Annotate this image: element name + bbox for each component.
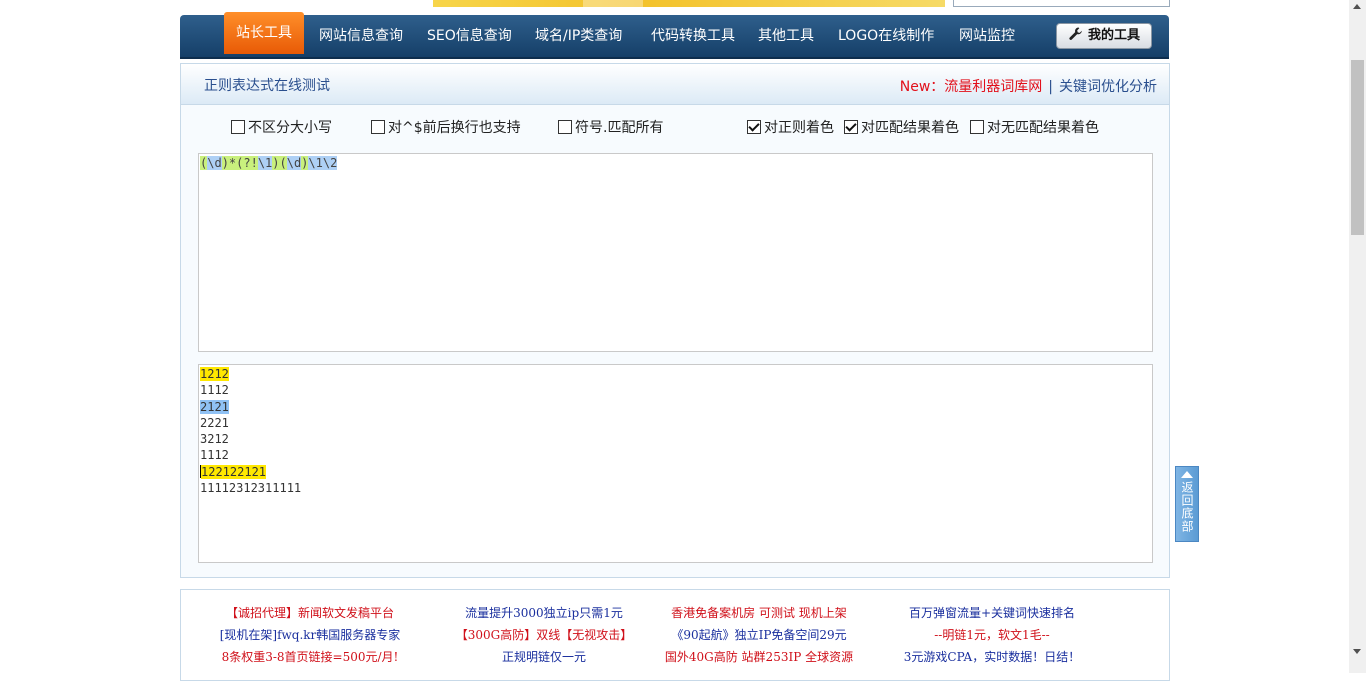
ad-link[interactable]: 香港免备案机房 可测试 现机上架 (644, 604, 874, 621)
ad-link[interactable]: 流量提升3000独立ip只需1元 (429, 604, 659, 621)
arrow-up-icon (1181, 471, 1193, 478)
checkbox[interactable] (371, 120, 385, 134)
checkbox-checked[interactable] (844, 120, 858, 134)
back-to-bottom-label: 返回底部 (1180, 481, 1194, 533)
option-dotall[interactable]: 符号.匹配所有 (558, 117, 663, 137)
my-tools-label: 我的工具 (1087, 28, 1140, 43)
regex-expression: (\d)*(?!\1)(\d)\1\2 (200, 156, 338, 170)
scroll-up-arrow-icon[interactable] (1353, 4, 1361, 9)
option-color-regex[interactable]: 对正则着色 (747, 117, 834, 137)
test-line: 1112 (200, 383, 229, 398)
test-line: 3212 (200, 432, 229, 447)
ad-link[interactable]: [现机在架]fwq.kr韩国服务器专家 (195, 626, 425, 643)
nav-item-logo-maker[interactable]: LOGO在线制作 (838, 15, 934, 57)
wrench-icon (1069, 27, 1082, 40)
option-color-nonmatches[interactable]: 对无匹配结果着色 (970, 117, 1099, 137)
nav-item-webmaster-tools[interactable]: 站长工具 (224, 12, 304, 54)
option-ignore-case[interactable]: 不区分大小写 (231, 117, 332, 137)
ad-link[interactable]: --明链1元，软文1毛-- (877, 626, 1107, 643)
regex-input[interactable]: (\d)*(?!\1)(\d)\1\2 (198, 153, 1153, 352)
header-links: New：流量利器词库网 | 关键词优化分析 (900, 76, 1157, 96)
my-tools-button[interactable]: 我的工具 (1056, 23, 1152, 49)
nav-item-site-info[interactable]: 网站信息查询 (319, 15, 403, 57)
ad-link[interactable]: 正规明链仅一元 (429, 648, 659, 665)
new-label: New： (899, 79, 945, 95)
ad-link[interactable]: 8条权重3-8首页链接=500元/月! (195, 648, 425, 665)
option-multiline[interactable]: 对^$前后换行也支持 (371, 117, 521, 137)
scrollbar-thumb[interactable] (1351, 60, 1364, 235)
top-search-box[interactable] (953, 0, 1170, 7)
test-line: 122122121 (200, 464, 267, 479)
test-line: 1212 (200, 367, 229, 381)
link-separator: | (1048, 79, 1053, 95)
ad-link[interactable]: 《90起航》独立IP免备空间29元 (644, 626, 874, 643)
ad-link[interactable]: 国外40G高防 站群253IP 全球资源 (644, 648, 874, 665)
test-line: 11112312311111 (200, 481, 302, 496)
scroll-down-arrow-icon[interactable] (1353, 649, 1361, 654)
regex-test-panel: 正则表达式在线测试 New：流量利器词库网 | 关键词优化分析 不区分大小写 对^$… (180, 63, 1170, 578)
back-to-bottom-button[interactable]: 返回底部 (1175, 466, 1199, 542)
ad-link[interactable]: 百万弹窗流量+关键词快速排名 (877, 604, 1107, 621)
keyword-optimize-link[interactable]: 关键词优化分析 (1059, 79, 1157, 95)
checkbox[interactable] (231, 120, 245, 134)
checkbox[interactable] (970, 120, 984, 134)
main-nav: 站长工具 网站信息查询 SEO信息查询 域名/IP类查询 代码转换工具 其他工具… (180, 12, 1169, 57)
top-banner-ad[interactable] (433, 0, 945, 7)
nav-item-code-convert[interactable]: 代码转换工具 (651, 15, 735, 57)
test-line: 1112 (200, 448, 229, 463)
traffic-thesaurus-link[interactable]: 流量利器词库网 (944, 79, 1042, 95)
page-scrollbar[interactable] (1349, 0, 1366, 673)
ad-link[interactable]: 【300G高防】双线【无视攻击】 (429, 626, 659, 643)
checkbox[interactable] (558, 120, 572, 134)
ad-links-panel: 【诚招代理】新闻软文发稿平台 [现机在架]fwq.kr韩国服务器专家 8条权重3… (180, 589, 1170, 681)
ad-link[interactable]: 3元游戏CPA，实时数据！日结！ (877, 648, 1107, 665)
nav-item-domain-ip[interactable]: 域名/IP类查询 (535, 15, 622, 57)
test-line: 2121 (200, 399, 229, 414)
panel-header: 正则表达式在线测试 New：流量利器词库网 | 关键词优化分析 (181, 64, 1169, 105)
nav-item-seo-info[interactable]: SEO信息查询 (427, 15, 512, 57)
test-line: 2221 (200, 415, 229, 430)
ad-link[interactable]: 【诚招代理】新闻软文发稿平台 (195, 604, 425, 621)
nav-item-other-tools[interactable]: 其他工具 (758, 15, 814, 57)
nav-item-site-monitor[interactable]: 网站监控 (959, 15, 1015, 57)
page-title: 正则表达式在线测试 (204, 78, 330, 94)
test-lines: 1212 1112 2121 2221 3212 1112 122122121 … (200, 366, 301, 496)
test-text-input[interactable]: 1212 1112 2121 2221 3212 1112 122122121 … (198, 364, 1153, 563)
option-color-matches[interactable]: 对匹配结果着色 (844, 117, 959, 137)
checkbox-checked[interactable] (747, 120, 761, 134)
